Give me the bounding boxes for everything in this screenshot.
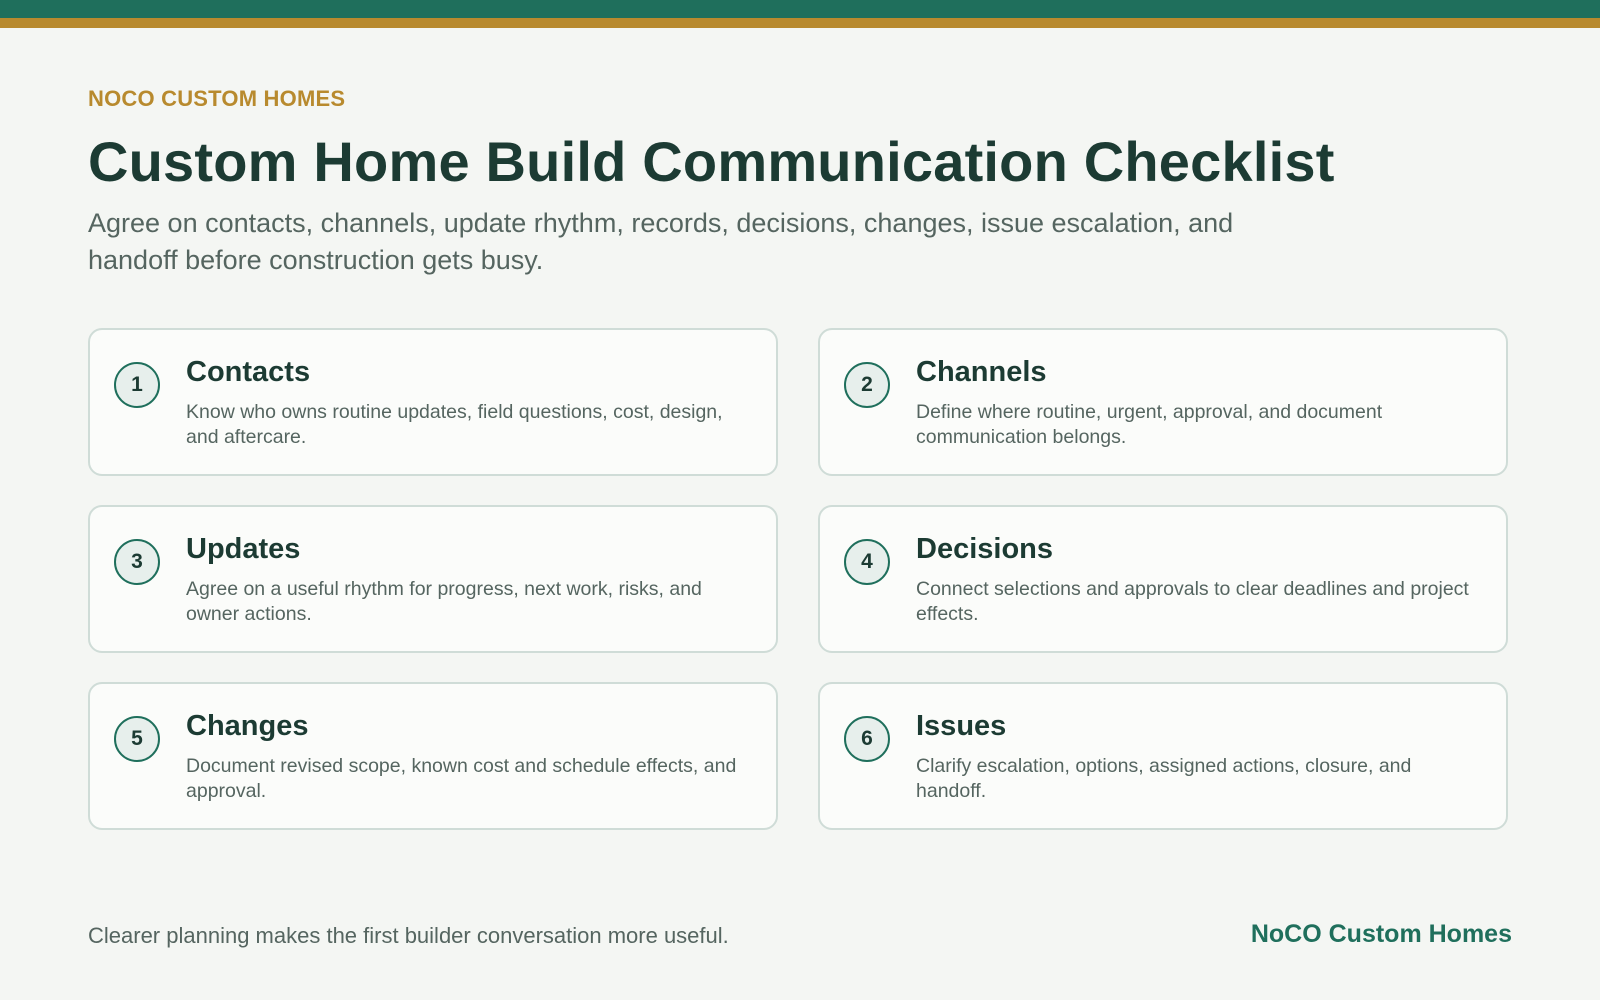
top-accent-band xyxy=(0,0,1600,18)
step-number-badge: 1 xyxy=(114,362,160,408)
card-title: Decisions xyxy=(916,533,1053,565)
checklist-card-decisions: 4 Decisions Connect selections and appro… xyxy=(818,505,1508,653)
checklist-card-contacts: 1 Contacts Know who owns routine updates… xyxy=(88,328,778,476)
card-description: Connect selections and approvals to clea… xyxy=(916,578,1469,625)
footer-note: Clearer planning makes the first builder… xyxy=(88,923,729,948)
checklist-card-issues: 6 Issues Clarify escalation, options, as… xyxy=(818,682,1508,830)
page-title: Custom Home Build Communication Checklis… xyxy=(88,130,1335,193)
checklist-grid: 1 Contacts Know who owns routine updates… xyxy=(88,328,1508,830)
step-number-badge: 3 xyxy=(114,539,160,585)
card-description: Define where routine, urgent, approval, … xyxy=(916,401,1383,448)
card-description: Agree on a useful rhythm for progress, n… xyxy=(186,578,702,625)
card-title: Issues xyxy=(916,710,1007,742)
checklist-card-channels: 2 Channels Define where routine, urgent,… xyxy=(818,328,1508,476)
card-description: Document revised scope, known cost and s… xyxy=(186,755,737,802)
card-title: Updates xyxy=(186,533,301,565)
step-number-badge: 4 xyxy=(844,539,890,585)
top-gold-stripe xyxy=(0,18,1600,28)
checklist-card-updates: 3 Updates Agree on a useful rhythm for p… xyxy=(88,505,778,653)
page-subtitle: Agree on contacts, channels, update rhyt… xyxy=(88,208,1234,275)
checklist-card-changes: 5 Changes Document revised scope, known … xyxy=(88,682,778,830)
card-title: Channels xyxy=(916,356,1047,388)
card-title: Contacts xyxy=(186,356,311,388)
card-title: Changes xyxy=(186,710,309,742)
footer-brand-name: NoCO Custom Homes xyxy=(1250,920,1512,948)
step-number-badge: 6 xyxy=(844,716,890,762)
step-number-badge: 5 xyxy=(114,716,160,762)
step-number-badge: 2 xyxy=(844,362,890,408)
card-description: Know who owns routine updates, field que… xyxy=(186,401,723,448)
brand-eyebrow: NOCO CUSTOM HOMES xyxy=(88,86,346,111)
card-description: Clarify escalation, options, assigned ac… xyxy=(916,755,1412,802)
